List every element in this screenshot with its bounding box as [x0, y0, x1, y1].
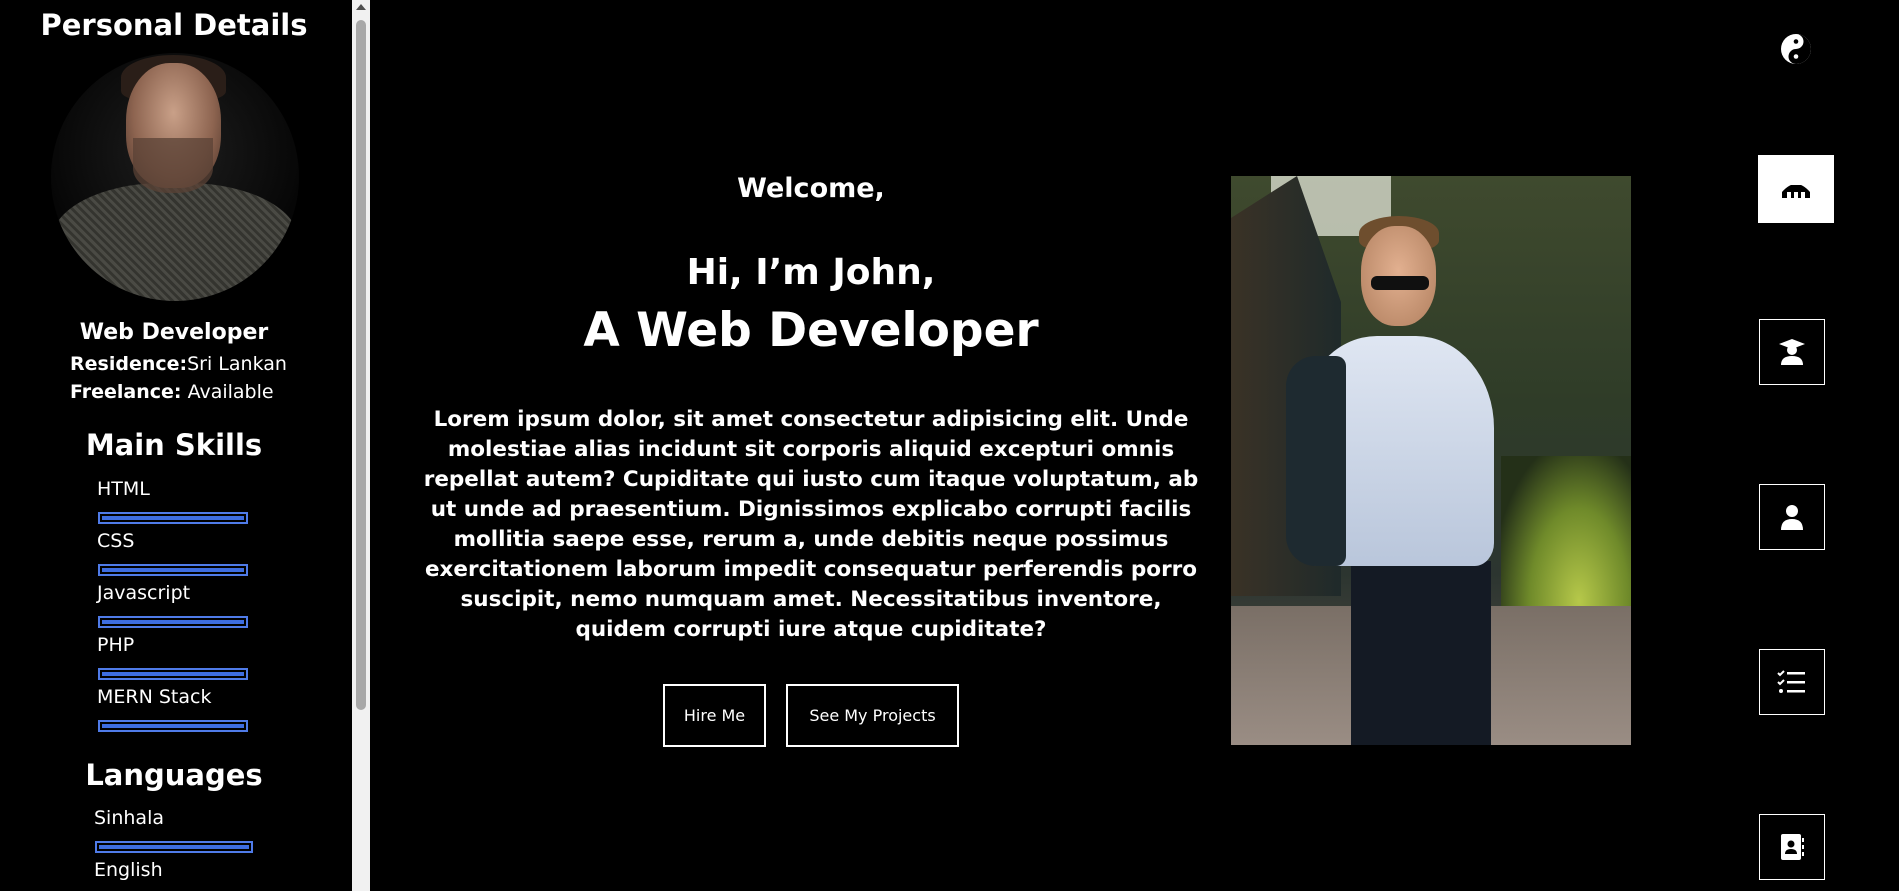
home-icon [1782, 183, 1810, 198]
hire-me-button[interactable]: Hire Me [663, 684, 766, 747]
languages-title: Languages [85, 758, 263, 792]
see-projects-button[interactable]: See My Projects [786, 684, 959, 747]
skill-label: MERN Stack [97, 686, 212, 708]
residence-row: Residence:Sri Lankan [70, 353, 287, 375]
graduate-icon [1779, 339, 1805, 365]
skill-bar [98, 616, 248, 628]
freelance-row: Freelance: Available [70, 381, 274, 403]
language-label: English [94, 859, 163, 881]
skill-bar [98, 720, 248, 732]
role-heading: A Web Developer [583, 303, 1039, 358]
nav-home-button[interactable] [1758, 155, 1834, 223]
skill-label: Javascript [97, 582, 191, 604]
skill-label: HTML [97, 478, 150, 500]
skill-label: PHP [97, 634, 135, 656]
language-bar [95, 841, 253, 853]
greeting-heading: Hi, I’m John, [686, 252, 936, 293]
sidebar-title: Personal Details [40, 8, 308, 42]
freelance-label: Freelance: [70, 381, 182, 403]
scroll-thumb[interactable] [356, 20, 366, 710]
freelance-value: Available [187, 381, 274, 403]
nav-contact-button[interactable] [1759, 814, 1825, 880]
welcome-text: Welcome, [737, 173, 885, 204]
nav-skills-button[interactable] [1759, 649, 1825, 715]
profile-photo [1231, 176, 1631, 745]
language-label: Sinhala [94, 807, 164, 829]
checklist-icon [1777, 670, 1805, 693]
personal-details-sidebar: Personal Details Web Developer Residence… [0, 0, 352, 891]
skill-bar [98, 668, 248, 680]
skill-bar [98, 512, 248, 524]
residence-value: Sri Lankan [187, 353, 287, 375]
nav-about-button[interactable] [1759, 484, 1825, 550]
user-icon [1781, 505, 1803, 530]
contact-book-icon [1781, 834, 1804, 860]
residence-label: Residence: [70, 353, 188, 375]
sidebar-scrollbar[interactable] [352, 0, 370, 891]
avatar [51, 53, 299, 301]
bio-paragraph: Lorem ipsum dolor, sit amet consectetur … [423, 407, 1199, 642]
skill-bar [98, 564, 248, 576]
skills-title: Main Skills [85, 428, 263, 462]
yin-yang-icon[interactable] [1779, 32, 1813, 66]
skill-label: CSS [97, 530, 135, 552]
nav-education-button[interactable] [1759, 319, 1825, 385]
scroll-up-icon[interactable] [356, 4, 366, 10]
sidebar-role: Web Developer [79, 320, 269, 345]
